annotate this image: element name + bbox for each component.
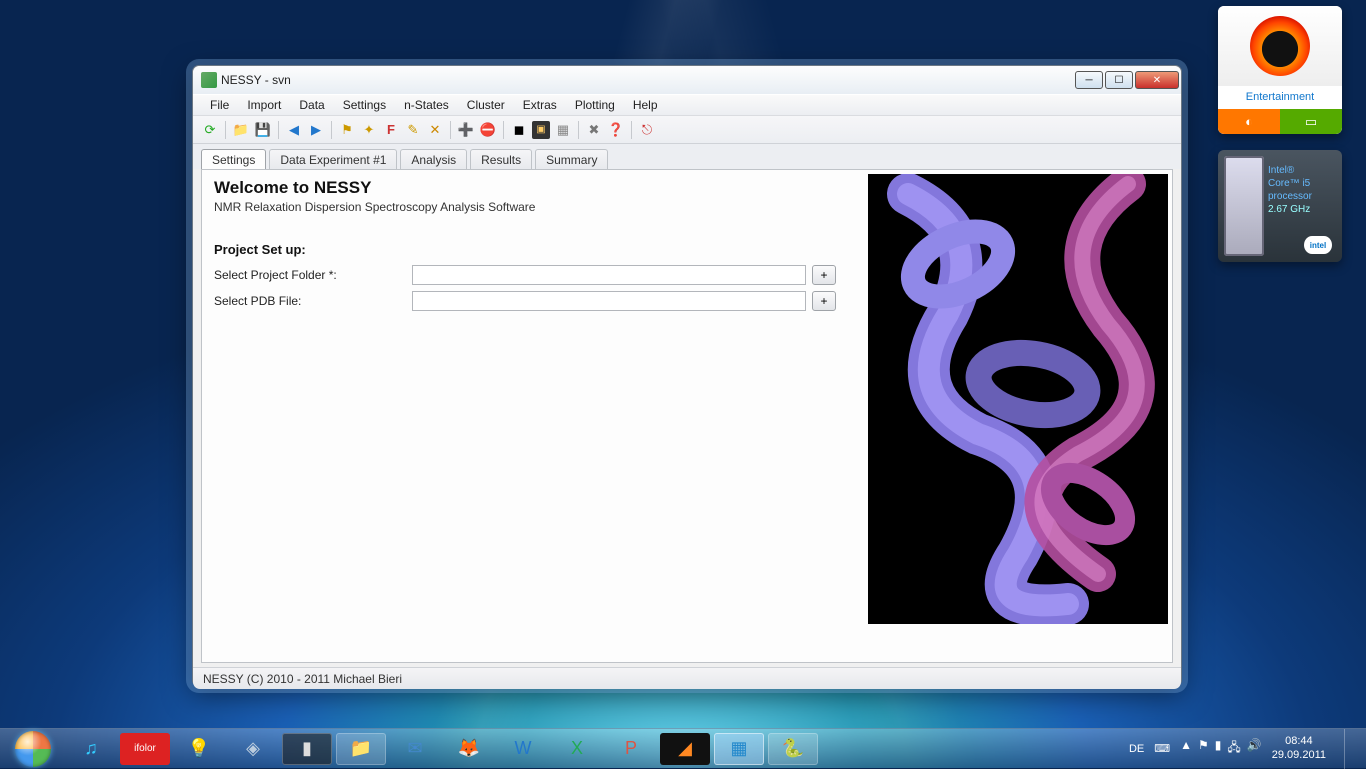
maximize-button[interactable]: ☐ (1105, 71, 1133, 89)
forward-icon[interactable]: ▶ (307, 121, 325, 139)
statusbar: NESSY (C) 2010 - 2011 Michael Bieri (193, 667, 1181, 689)
app-window: NESSY - svn ─ ☐ ✕ File Import Data Setti… (192, 65, 1182, 687)
menu-cluster[interactable]: Cluster (458, 96, 514, 114)
menu-extras[interactable]: Extras (514, 96, 566, 114)
tray-flag-icon[interactable]: ⚑ (1198, 738, 1209, 759)
task-app-orange[interactable]: ◢ (660, 733, 710, 765)
task-python[interactable]: 🐍 (768, 733, 818, 765)
tray-volume-icon[interactable]: 🔊 (1247, 738, 1262, 759)
back-icon[interactable]: ◀ (285, 121, 303, 139)
windows-orb-icon (15, 731, 51, 767)
menu-nstates[interactable]: n-States (395, 96, 458, 114)
user-icon[interactable]: ▣ (532, 121, 550, 139)
menu-file[interactable]: File (201, 96, 238, 114)
taskbar: ♫ ifolor 💡 ◈ ▮ 📁 ✉ 🦊 W X P ◢ ▦ 🐍 DE ⌨ ▲ … (0, 728, 1366, 768)
tab-settings[interactable]: Settings (201, 149, 266, 170)
gadget-super-hybrid-engine[interactable]: Entertainment ◐ ▭ (1218, 6, 1342, 134)
menu-help[interactable]: Help (624, 96, 667, 114)
gadget-she-label: Entertainment (1218, 86, 1342, 109)
toolbar: ⟳ 📁 💾 ◀ ▶ ⚑ ✦ F ✎ ✕ ➕ ⛔ ◼ ▣ ▦ ✖ ❓ ⎋ (193, 116, 1181, 144)
flag-icon[interactable]: ⚑ (338, 121, 356, 139)
tray-expand-icon[interactable]: ▲ (1180, 738, 1192, 759)
help-icon[interactable]: ❓ (607, 121, 625, 139)
folder-open-icon[interactable]: 📁 (232, 121, 250, 139)
menu-data[interactable]: Data (290, 96, 333, 114)
titlebar[interactable]: NESSY - svn ─ ☐ ✕ (193, 66, 1181, 94)
menubar: File Import Data Settings n-States Clust… (193, 94, 1181, 116)
she-mode-left[interactable]: ◐ (1218, 109, 1280, 134)
label-pdb-file: Select PDB File: (214, 294, 412, 308)
intel-badge: intel (1304, 236, 1332, 254)
browse-pdb-file-button[interactable]: + (812, 291, 836, 311)
task-ifolor[interactable]: ifolor (120, 733, 170, 765)
save-icon[interactable]: 💾 (254, 121, 272, 139)
content-pane: Welcome to NESSY NMR Relaxation Dispersi… (201, 169, 1173, 663)
tabs: Settings Data Experiment #1 Analysis Res… (193, 144, 1181, 169)
system-tray: DE ⌨ ▲ ⚑ ▮ 🖧 🔊 08:44 29.09.2011 (1129, 729, 1360, 769)
status-text: NESSY (C) 2010 - 2011 Michael Bieri (203, 672, 402, 686)
marker-icon[interactable]: ✦ (360, 121, 378, 139)
remove-icon[interactable]: ⛔ (479, 121, 497, 139)
gauge-icon (1250, 16, 1310, 76)
tray-battery-icon[interactable]: ▮ (1215, 738, 1222, 759)
minimize-button[interactable]: ─ (1075, 71, 1103, 89)
task-explorer[interactable]: 📁 (336, 733, 386, 765)
task-thunderbird[interactable]: ✉ (390, 733, 440, 765)
tray-keyboard-icon[interactable]: ⌨ (1154, 742, 1170, 755)
window-title: NESSY - svn (221, 73, 291, 87)
tray-network-icon[interactable]: 🖧 (1227, 738, 1240, 759)
menu-import[interactable]: Import (238, 96, 290, 114)
app-icon (201, 72, 217, 88)
start-button[interactable] (6, 729, 60, 769)
task-excel[interactable]: X (552, 733, 602, 765)
tray-lang[interactable]: DE (1129, 743, 1144, 755)
task-powerpoint[interactable]: P (606, 733, 656, 765)
task-word[interactable]: W (498, 733, 548, 765)
label-project-folder: Select Project Folder *: (214, 268, 412, 282)
task-virtualbox[interactable]: ◈ (228, 733, 278, 765)
show-desktop-button[interactable] (1344, 729, 1356, 769)
f-icon[interactable]: F (382, 121, 400, 139)
browse-project-folder-button[interactable]: + (812, 265, 836, 285)
she-mode-right[interactable]: ▭ (1280, 109, 1342, 134)
add-icon[interactable]: ➕ (457, 121, 475, 139)
tray-clock[interactable]: 08:44 29.09.2011 (1272, 735, 1326, 761)
tab-data-experiment-1[interactable]: Data Experiment #1 (269, 149, 397, 170)
menu-settings[interactable]: Settings (334, 96, 395, 114)
tab-analysis[interactable]: Analysis (400, 149, 467, 170)
task-itunes[interactable]: ♫ (66, 733, 116, 765)
gadget-cpu-meter[interactable]: Intel® Core™ i5 processor 2.67 GHz intel (1218, 150, 1342, 262)
stop-icon[interactable]: ◼ (510, 121, 528, 139)
input-project-folder[interactable] (412, 265, 806, 285)
delete-icon[interactable]: ✕ (426, 121, 444, 139)
tools-icon[interactable]: ✖ (585, 121, 603, 139)
task-nessy[interactable]: ▦ (714, 733, 764, 765)
exit-icon[interactable]: ⎋ (638, 121, 656, 139)
edit-icon[interactable]: ✎ (404, 121, 422, 139)
menu-plotting[interactable]: Plotting (566, 96, 624, 114)
task-firefox[interactable]: 🦊 (444, 733, 494, 765)
cpu-chip-icon (1224, 156, 1264, 256)
image-icon[interactable]: ▦ (554, 121, 572, 139)
close-button[interactable]: ✕ (1135, 71, 1179, 89)
task-cmd[interactable]: ▮ (282, 733, 332, 765)
tab-results[interactable]: Results (470, 149, 532, 170)
input-pdb-file[interactable] (412, 291, 806, 311)
tab-summary[interactable]: Summary (535, 149, 608, 170)
task-lamp[interactable]: 💡 (174, 733, 224, 765)
protein-image (868, 174, 1168, 624)
refresh-icon[interactable]: ⟳ (201, 121, 219, 139)
